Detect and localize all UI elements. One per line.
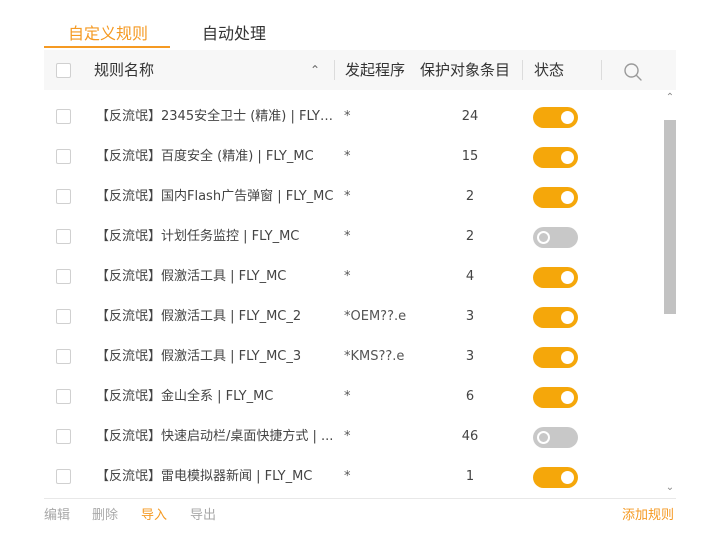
status-toggle[interactable] xyxy=(533,107,578,128)
table-row[interactable]: 【反流氓】百度安全 (精准) | FLY_MC * 15 xyxy=(44,137,660,177)
toggle-knob xyxy=(561,351,574,364)
scroll-thumb[interactable] xyxy=(664,120,676,314)
rule-protect-count: 4 xyxy=(465,269,475,284)
row-checkbox[interactable] xyxy=(56,389,71,404)
rule-process: * xyxy=(344,429,351,444)
row-checkbox[interactable] xyxy=(56,469,71,484)
footer-toolbar: 编辑 删除 导入 导出 添加规则 xyxy=(44,505,676,529)
table-row[interactable]: 【反流氓】雷电模拟器新闻 | FLY_MC * 1 xyxy=(44,457,660,497)
rule-protect-count: 3 xyxy=(465,349,475,364)
status-toggle[interactable] xyxy=(533,267,578,288)
column-divider[interactable] xyxy=(522,60,523,80)
add-rule-button[interactable]: 添加规则 xyxy=(622,505,674,527)
row-checkbox[interactable] xyxy=(56,309,71,324)
rule-name: 【反流氓】快速启动栏/桌面快捷方式 | ... xyxy=(96,429,334,444)
rule-name: 【反流氓】雷电模拟器新闻 | FLY_MC xyxy=(96,469,313,484)
status-toggle[interactable] xyxy=(533,467,578,488)
rule-process: * xyxy=(344,229,351,244)
search-icon[interactable] xyxy=(622,61,644,83)
toggle-knob xyxy=(561,191,574,204)
table-body: 【反流氓】2345安全卫士 (精准) | FLY_... * 24 【反流氓】百度安全… xyxy=(44,97,660,497)
table-row[interactable]: 【反流氓】假激活工具 | FLY_MC * 4 xyxy=(44,257,660,297)
toggle-knob xyxy=(537,231,550,244)
row-checkbox[interactable] xyxy=(56,269,71,284)
status-toggle[interactable] xyxy=(533,387,578,408)
import-button[interactable]: 导入 xyxy=(141,505,167,527)
toggle-knob xyxy=(561,271,574,284)
tab-auto-process[interactable]: 自动处理 xyxy=(202,20,266,44)
rule-process: *OEM??.e xyxy=(344,309,407,324)
table-header: 规则名称 ⌃ 发起程序 保护对象条目 状态 xyxy=(44,50,676,90)
table-row[interactable]: 【反流氓】计划任务监控 | FLY_MC * 2 xyxy=(44,217,660,257)
rule-protect-count: 24 xyxy=(461,109,479,124)
rule-process: * xyxy=(344,269,351,284)
toggle-knob xyxy=(561,391,574,404)
rule-process: *KMS??.e xyxy=(344,349,405,364)
table-row[interactable]: 【反流氓】金山全系 | FLY_MC * 6 xyxy=(44,377,660,417)
rule-name: 【反流氓】国内Flash广告弹窗 | FLY_MC xyxy=(96,189,334,204)
header-status[interactable]: 状态 xyxy=(534,50,574,90)
chevron-up-icon[interactable]: ⌃ xyxy=(310,50,320,90)
row-checkbox[interactable] xyxy=(56,429,71,444)
row-checkbox[interactable] xyxy=(56,349,71,364)
header-rule-name[interactable]: 规则名称 xyxy=(94,50,274,90)
status-toggle[interactable] xyxy=(533,347,578,368)
row-checkbox[interactable] xyxy=(56,189,71,204)
status-toggle[interactable] xyxy=(533,307,578,328)
toggle-knob xyxy=(537,431,550,444)
status-toggle[interactable] xyxy=(533,427,578,448)
chevron-down-icon[interactable]: ⌄ xyxy=(664,482,676,494)
active-tab-indicator xyxy=(44,46,170,48)
rule-name: 【反流氓】假激活工具 | FLY_MC xyxy=(96,269,287,284)
export-button[interactable]: 导出 xyxy=(190,505,216,527)
rule-process: * xyxy=(344,469,351,484)
tab-custom-rules[interactable]: 自定义规则 xyxy=(68,20,148,44)
rule-name: 【反流氓】金山全系 | FLY_MC xyxy=(96,389,274,404)
table-row[interactable]: 【反流氓】快速启动栏/桌面快捷方式 | ... * 46 xyxy=(44,417,660,457)
row-checkbox[interactable] xyxy=(56,149,71,164)
rules-table: 规则名称 ⌃ 发起程序 保护对象条目 状态 【反流氓】2345安全卫士 (精准)… xyxy=(44,50,676,499)
header-protect-count[interactable]: 保护对象条目 xyxy=(420,50,520,90)
table-row[interactable]: 【反流氓】2345安全卫士 (精准) | FLY_... * 24 xyxy=(44,97,660,137)
rule-process: * xyxy=(344,149,351,164)
rule-protect-count: 6 xyxy=(465,389,475,404)
chevron-up-icon[interactable]: ⌃ xyxy=(664,92,676,104)
toggle-knob xyxy=(561,111,574,124)
column-divider[interactable] xyxy=(334,60,335,80)
delete-button[interactable]: 删除 xyxy=(92,505,118,527)
rule-protect-count: 2 xyxy=(465,229,475,244)
rule-name: 【反流氓】计划任务监控 | FLY_MC xyxy=(96,229,300,244)
toggle-knob xyxy=(561,311,574,324)
rule-protect-count: 46 xyxy=(461,429,479,444)
toggle-knob xyxy=(561,471,574,484)
rule-process: * xyxy=(344,189,351,204)
table-row[interactable]: 【反流氓】假激活工具 | FLY_MC_2 *OEM??.e 3 xyxy=(44,297,660,337)
status-toggle[interactable] xyxy=(533,187,578,208)
rule-protect-count: 2 xyxy=(465,189,475,204)
vertical-scrollbar[interactable]: ⌃ ⌄ xyxy=(664,92,676,496)
toggle-knob xyxy=(561,151,574,164)
header-process[interactable]: 发起程序 xyxy=(345,50,411,90)
column-divider[interactable] xyxy=(601,60,602,80)
table-row[interactable]: 【反流氓】假激活工具 | FLY_MC_3 *KMS??.e 3 xyxy=(44,337,660,377)
edit-button[interactable]: 编辑 xyxy=(44,505,70,527)
rule-name: 【反流氓】2345安全卫士 (精准) | FLY_... xyxy=(96,109,336,124)
select-all-checkbox[interactable] xyxy=(56,63,71,78)
row-checkbox[interactable] xyxy=(56,229,71,244)
status-toggle[interactable] xyxy=(533,147,578,168)
rule-protect-count: 3 xyxy=(465,309,475,324)
rule-process: * xyxy=(344,109,351,124)
rule-name: 【反流氓】假激活工具 | FLY_MC_2 xyxy=(96,309,302,324)
table-row[interactable]: 【反流氓】国内Flash广告弹窗 | FLY_MC * 2 xyxy=(44,177,660,217)
rule-protect-count: 1 xyxy=(465,469,475,484)
status-toggle[interactable] xyxy=(533,227,578,248)
rule-process: * xyxy=(344,389,351,404)
rule-name: 【反流氓】百度安全 (精准) | FLY_MC xyxy=(96,149,314,164)
rule-protect-count: 15 xyxy=(461,149,479,164)
rule-name: 【反流氓】假激活工具 | FLY_MC_3 xyxy=(96,349,302,364)
row-checkbox[interactable] xyxy=(56,109,71,124)
